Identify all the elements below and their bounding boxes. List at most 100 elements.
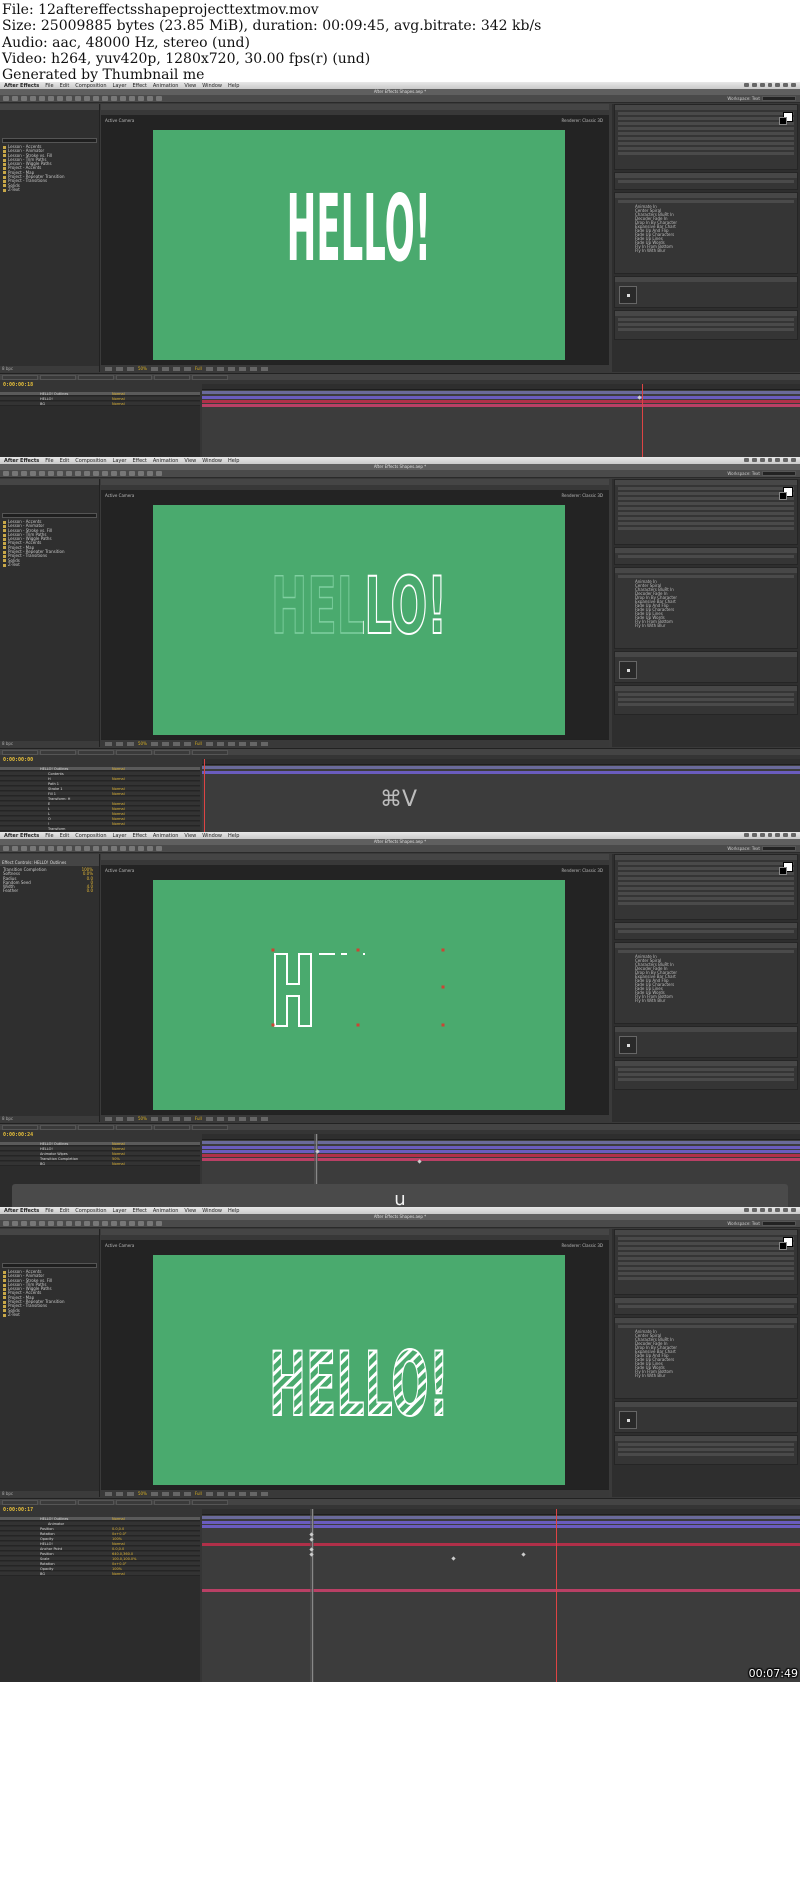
- workspace-selector[interactable]: Workspace: Text: [727, 471, 760, 476]
- time-ruler[interactable]: [202, 1134, 800, 1140]
- viewer-control-icon[interactable]: [260, 1116, 268, 1121]
- tool-icon[interactable]: [138, 471, 144, 476]
- viewer-control-icon[interactable]: [216, 1491, 224, 1496]
- viewer-control-icon[interactable]: [116, 741, 123, 746]
- viewer-control-icon[interactable]: [238, 366, 246, 371]
- status-icon[interactable]: [751, 83, 757, 87]
- comp-canvas[interactable]: HELLO!: [153, 130, 565, 360]
- bit-depth-indicator[interactable]: 8 bpc: [0, 1491, 99, 1497]
- layer-row[interactable]: O Normal: [0, 817, 200, 821]
- layer-duration-bar[interactable]: [202, 400, 800, 403]
- menu-item-view[interactable]: View: [184, 1208, 196, 1214]
- tool-icon[interactable]: [120, 846, 126, 851]
- tool-icon[interactable]: [12, 1221, 18, 1226]
- timeline-tab[interactable]: [154, 1125, 190, 1130]
- current-timecode[interactable]: 0:00:00:17: [3, 1507, 33, 1513]
- viewer-control-icon[interactable]: [183, 1116, 191, 1121]
- workspace-selector[interactable]: Workspace: Text: [727, 846, 760, 851]
- viewer-control-icon[interactable]: [249, 366, 257, 371]
- layer-name[interactable]: BG: [40, 402, 45, 406]
- layer-value[interactable]: 0x+0.0°: [112, 1562, 127, 1566]
- tool-icon[interactable]: [120, 1221, 126, 1226]
- layer-value[interactable]: Normal: [112, 402, 125, 406]
- character-control[interactable]: [618, 1237, 794, 1240]
- character-control[interactable]: [618, 152, 794, 155]
- effects-presets-tab[interactable]: [615, 943, 797, 948]
- layer-value[interactable]: 100%: [112, 1567, 122, 1571]
- tool-icon[interactable]: [39, 471, 45, 476]
- viewer-control-icon[interactable]: [105, 1116, 112, 1121]
- layer-duration-bar[interactable]: [202, 1150, 800, 1153]
- current-timecode[interactable]: 0:00:00:18: [3, 382, 33, 388]
- menu-item-layer[interactable]: Layer: [113, 1208, 127, 1214]
- effect-preset-item[interactable]: Fly In With Blur: [635, 999, 797, 1003]
- layer-value[interactable]: Normal: [112, 822, 125, 826]
- tool-icon[interactable]: [66, 471, 72, 476]
- tool-icon[interactable]: [30, 471, 36, 476]
- layer-name[interactable]: Position: [40, 1527, 54, 1531]
- viewer-control-icon[interactable]: [172, 1116, 180, 1121]
- character-tab[interactable]: [615, 480, 797, 485]
- layer-name[interactable]: Opacity: [40, 1567, 53, 1571]
- viewer-control-icon[interactable]: [161, 1491, 169, 1496]
- tool-icon[interactable]: [39, 846, 45, 851]
- renderer-label[interactable]: Renderer: Classic 3D: [561, 493, 603, 498]
- align-tab[interactable]: [615, 686, 797, 691]
- tool-icon[interactable]: [102, 471, 108, 476]
- layer-row[interactable]: HELLO! Normal: [0, 397, 200, 401]
- character-control[interactable]: [618, 112, 794, 115]
- tool-icon[interactable]: [156, 1221, 162, 1226]
- renderer-label[interactable]: Renderer: Classic 3D: [561, 118, 603, 123]
- timeline-tab[interactable]: [78, 1125, 114, 1130]
- tool-icon[interactable]: [102, 846, 108, 851]
- project-search-input[interactable]: [2, 1263, 97, 1268]
- viewer-control-icon[interactable]: [183, 741, 191, 746]
- viewer-control-icon[interactable]: [105, 1491, 112, 1496]
- menu-item-after-effects[interactable]: After Effects: [4, 458, 39, 464]
- status-icon[interactable]: [759, 1208, 765, 1212]
- viewer-control-icon[interactable]: [238, 741, 246, 746]
- character-tab[interactable]: [615, 855, 797, 860]
- layer-row[interactable]: Animator Wipes Normal: [0, 1152, 200, 1156]
- hello-text-solid[interactable]: HELLO!: [153, 130, 565, 360]
- keyframe[interactable]: [417, 1159, 422, 1164]
- tool-icon[interactable]: [3, 471, 9, 476]
- character-control[interactable]: [618, 512, 794, 515]
- anchor-point-grid[interactable]: [619, 1036, 637, 1054]
- menu-item-composition[interactable]: Composition: [75, 1208, 106, 1214]
- layer-row[interactable]: Rotation 0x+0.0°: [0, 1532, 200, 1536]
- menu-item-after-effects[interactable]: After Effects: [4, 1208, 39, 1214]
- layer-row[interactable]: H Normal: [0, 777, 200, 781]
- align-tab[interactable]: [615, 311, 797, 316]
- layer-value[interactable]: Normal: [112, 1152, 125, 1156]
- tool-icon[interactable]: [30, 846, 36, 851]
- character-control[interactable]: [618, 117, 794, 120]
- current-timecode[interactable]: 0:00:00:24: [3, 1132, 33, 1138]
- effect-preset-item[interactable]: Fly In With Blur: [635, 624, 797, 628]
- viewer-control-icon[interactable]: [260, 1491, 268, 1496]
- tool-icon[interactable]: [57, 846, 63, 851]
- paragraph-control[interactable]: [618, 930, 794, 933]
- layer-row[interactable]: BG Normal: [0, 1572, 200, 1576]
- status-icon[interactable]: [783, 83, 789, 87]
- hello-text-wipe[interactable]: [153, 880, 565, 1110]
- tool-icon[interactable]: [129, 96, 135, 101]
- zoom-level[interactable]: 50%: [138, 741, 147, 746]
- layer-name[interactable]: L: [48, 807, 50, 811]
- character-control[interactable]: [618, 507, 794, 510]
- status-icon[interactable]: [791, 83, 797, 87]
- menu-item-help[interactable]: Help: [228, 458, 239, 464]
- layer-name[interactable]: Contents: [48, 772, 64, 776]
- status-icon[interactable]: [759, 458, 765, 462]
- character-control[interactable]: [618, 142, 794, 145]
- status-icon[interactable]: [744, 458, 749, 462]
- layer-name[interactable]: Scale: [40, 1557, 49, 1561]
- tool-icon[interactable]: [3, 846, 9, 851]
- tool-icon[interactable]: [21, 96, 27, 101]
- layer-row[interactable]: Fill 1 Normal: [0, 792, 200, 796]
- zoom-level[interactable]: 50%: [138, 366, 147, 371]
- comp-canvas[interactable]: [153, 880, 565, 1110]
- menu-item-view[interactable]: View: [184, 458, 196, 464]
- status-icon[interactable]: [767, 458, 773, 462]
- layer-row[interactable]: HELLO! Outlines Normal: [0, 1142, 200, 1146]
